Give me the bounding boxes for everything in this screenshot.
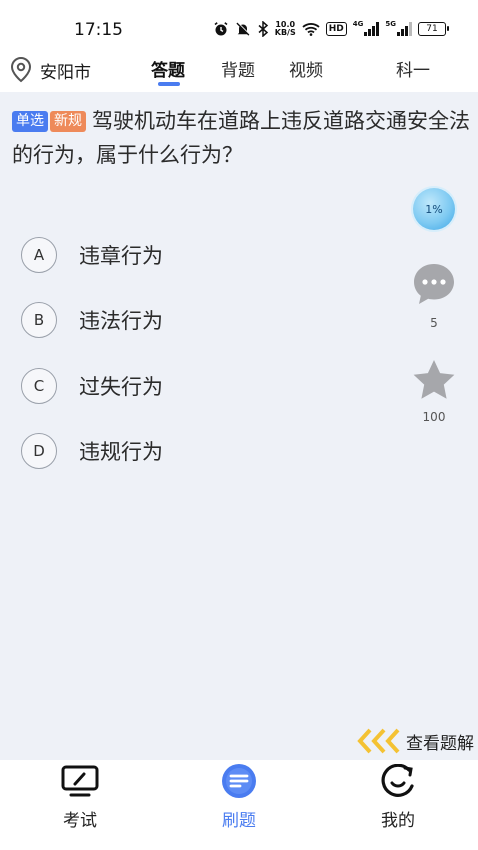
tab-memorize[interactable]: 背题: [221, 56, 255, 81]
new-rule-badge: 新规: [50, 111, 86, 132]
option-d[interactable]: D 违规行为: [21, 433, 163, 469]
active-tab-indicator: [158, 82, 180, 86]
comment-icon: [414, 264, 454, 304]
status-time: 17:15: [74, 20, 123, 40]
alarm-icon: [213, 20, 229, 38]
bottom-nav-label: 考试: [63, 811, 97, 831]
triple-chevron-left-icon: [357, 728, 400, 754]
option-letter: A: [21, 237, 57, 273]
hd-badge: HD: [325, 22, 347, 36]
option-b[interactable]: B 违法行为: [21, 302, 163, 338]
smile-face-icon: [381, 763, 414, 797]
option-text: 违章行为: [79, 244, 163, 268]
bottom-nav-label: 我的: [381, 811, 415, 831]
signal-5g: 5G: [385, 20, 412, 38]
favorite-button[interactable]: 100: [410, 358, 458, 424]
view-solution-label: 查看题解: [406, 733, 474, 754]
tab-subject-one[interactable]: 科一: [396, 56, 430, 81]
status-icons: 10.0 KB/S HD 4G 5G 71: [213, 20, 449, 38]
option-c[interactable]: C 过失行为: [21, 368, 163, 404]
bottom-nav-label: 刷题: [222, 811, 256, 831]
progress-percent: 1%: [413, 188, 455, 230]
bottom-nav: 考试 刷题 我的: [0, 760, 478, 850]
bottom-nav-exam[interactable]: 考试: [35, 764, 125, 831]
option-text: 违规行为: [79, 440, 163, 464]
comment-count: 5: [430, 316, 438, 330]
view-solution-link[interactable]: 查看题解: [356, 728, 474, 754]
tab-video[interactable]: 视频: [289, 56, 323, 81]
question-stem: 单选 新规 驾驶机动车在道路上违反道路交通安全法的行为，属于什么行为？: [12, 104, 470, 172]
network-speed: 10.0 KB/S: [274, 20, 296, 37]
bluetooth-icon: [257, 20, 269, 38]
progress-ball[interactable]: 1%: [410, 188, 458, 230]
comment-button[interactable]: 5: [410, 262, 458, 330]
option-letter: C: [21, 368, 57, 404]
option-letter: D: [21, 433, 57, 469]
battery-indicator: 71: [418, 22, 449, 36]
bottom-nav-mine[interactable]: 我的: [353, 763, 443, 831]
option-text: 过失行为: [79, 375, 163, 399]
practice-doc-icon: [222, 764, 256, 798]
status-bar: 17:15 10.0 KB/S HD 4G 5G 71: [0, 0, 478, 48]
favorite-count: 100: [422, 410, 446, 424]
single-choice-badge: 单选: [12, 111, 48, 132]
tab-answer[interactable]: 答题: [151, 56, 185, 81]
signal-4g: 4G: [353, 20, 380, 38]
option-letter: B: [21, 302, 57, 338]
mute-bell-icon: [235, 20, 251, 38]
header-nav: 安阳市 答题 背题 视频 科一: [0, 48, 478, 92]
wifi-icon: [302, 20, 320, 38]
bottom-nav-practice[interactable]: 刷题: [194, 764, 284, 831]
top-bar: 17:15 10.0 KB/S HD 4G 5G 71 安阳市 答题 背题 视频…: [0, 0, 478, 92]
monitor-pen-icon: [61, 765, 99, 797]
location-pin-icon: [10, 56, 32, 83]
city-selector[interactable]: 安阳市: [8, 56, 91, 84]
city-label: 安阳市: [40, 62, 91, 83]
option-a[interactable]: A 违章行为: [21, 237, 163, 273]
option-text: 违法行为: [79, 309, 163, 333]
star-icon: [413, 360, 455, 399]
